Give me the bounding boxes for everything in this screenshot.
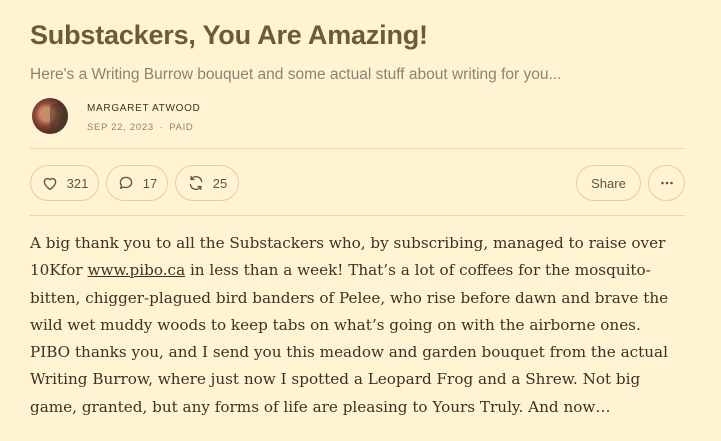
body-text-rest: in less than a week! That’s a lot of cof… — [30, 261, 669, 416]
share-button[interactable]: Share — [576, 165, 641, 201]
restack-count: 25 — [212, 175, 228, 191]
like-count: 321 — [66, 175, 89, 191]
comment-bubble-icon — [119, 176, 133, 189]
more-options-button[interactable] — [648, 165, 685, 201]
pibo-link[interactable]: www.pibo.ca — [88, 261, 186, 279]
share-label: Share — [591, 175, 626, 191]
divider-bottom — [30, 215, 685, 216]
post-meta: SEP 22, 2023 ∙ PAID — [87, 122, 193, 133]
access-badge: PAID — [169, 122, 194, 133]
post-date: SEP 22, 2023 — [87, 122, 154, 133]
meta-separator: ∙ — [159, 122, 164, 133]
author-name[interactable]: MARGARET ATWOOD — [87, 103, 200, 114]
comment-button[interactable]: 17 — [106, 165, 168, 201]
post-subtitle: Here's a Writing Burrow bouquet and some… — [30, 66, 562, 83]
comment-count: 17 — [142, 175, 158, 191]
divider-top — [30, 148, 685, 149]
ellipsis-icon — [660, 181, 673, 185]
post-title: Substackers, You Are Amazing! — [30, 20, 428, 50]
heart-icon — [43, 177, 56, 191]
restack-button[interactable]: 25 — [175, 165, 239, 201]
restack-arrows-icon — [189, 175, 203, 191]
author-avatar[interactable] — [32, 98, 68, 134]
post-body-paragraph: A big thank you to all the Substackers w… — [30, 230, 685, 421]
like-button[interactable]: 321 — [30, 165, 99, 201]
